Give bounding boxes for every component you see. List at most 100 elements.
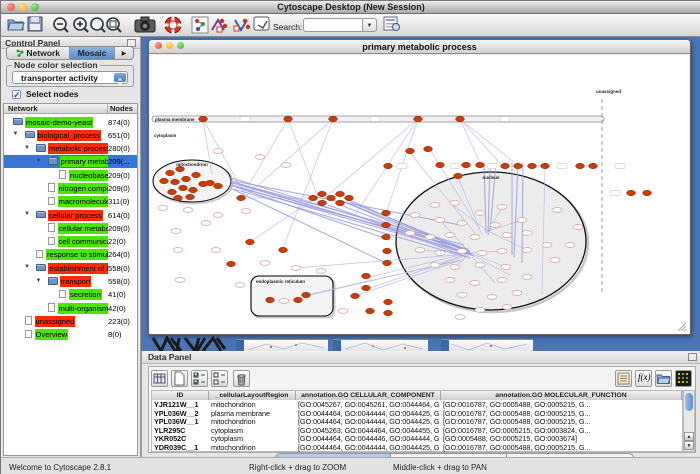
window-title: Cytoscape Desktop (New Session) <box>1 2 700 12</box>
main-toolbar: Search: ▼ <box>1 14 700 37</box>
expand-arrow-icon[interactable]: ▼ <box>24 211 30 217</box>
folder-icon <box>36 144 46 152</box>
tree-row-cellular-process[interactable]: ▼cellular process614(0) <box>4 208 137 221</box>
data-panel-header: Data Panel <box>142 351 700 364</box>
folder-icon <box>25 131 35 139</box>
select-nodes-checkbox[interactable]: ✓ <box>12 90 21 99</box>
tab-network[interactable]: Network <box>7 47 69 59</box>
window-titlebar[interactable]: Cytoscape Desktop (New Session) <box>1 1 700 14</box>
node-color-dropdown[interactable]: transporter activity <box>12 71 128 84</box>
tree-row-biological-process[interactable]: ▼biological_process651(0) <box>4 128 137 141</box>
data-panel-title: Data Panel <box>148 352 191 362</box>
tree-row-establishment-of-lo[interactable]: ▼establishment of lo558(0) <box>4 261 137 274</box>
search-options-icon[interactable] <box>383 16 403 35</box>
tree-header-nodes: Nodes <box>110 104 133 113</box>
save-icon[interactable] <box>26 16 46 35</box>
tree-row-mosaic-demo-yeast[interactable]: mosaic-demo-yeast874(0) <box>4 115 137 128</box>
scrollbar-thumb[interactable] <box>685 393 693 411</box>
expand-arrow-icon[interactable]: ▼ <box>36 278 42 284</box>
column-header[interactable]: ID <box>152 391 209 400</box>
tree-row-cell-communicat[interactable]: cell communicat22(0) <box>4 235 137 248</box>
table-row[interactable]: YJR121W__1 mitochondrion [GO:0045267, GO… <box>152 401 682 410</box>
tree-row-nitrogen-compo[interactable]: nitrogen compo209(0) <box>4 181 137 194</box>
matrix-button[interactable] <box>675 370 692 387</box>
folder-icon <box>48 157 58 165</box>
status-welcome: Welcome to Cytoscape 2.8.1 <box>9 463 111 472</box>
open-file-icon[interactable] <box>6 16 26 35</box>
attribute-browser: f(x) ID_cellularLayoutRegionannotation.G… <box>148 366 696 453</box>
table-row[interactable]: YPL036W__2 plasma membrane [GO:0044464, … <box>152 410 682 419</box>
svg-text:nucleus: nucleus <box>482 175 500 180</box>
table-row[interactable]: YKR052C cytoplasm [GO:0044464, GO:004444… <box>152 435 682 444</box>
tree-row-nucleobase-[interactable]: nucleobase-209(0) <box>4 168 137 181</box>
file-icon <box>48 223 55 232</box>
status-pan-hint: Middle-click + drag to PAN <box>393 463 487 472</box>
float-icon[interactable] <box>688 353 697 361</box>
function-builder-button[interactable]: f(x) <box>635 370 652 387</box>
network-window-titlebar[interactable]: primary metabolic process <box>149 40 690 54</box>
file-icon <box>48 303 55 312</box>
expand-arrow-icon[interactable]: ▼ <box>36 158 42 164</box>
dropdown-stepper-icon <box>114 73 126 82</box>
table-row[interactable]: YPL036W__1 mitochondrion [GO:0044464, GO… <box>152 418 682 427</box>
status-zoom-hint: Right-click + drag to ZOOM <box>249 463 346 472</box>
zoom-out-icon[interactable] <box>51 16 71 35</box>
dropdown-value: transporter activity <box>21 73 98 83</box>
attribute-grid-button[interactable] <box>151 370 168 387</box>
tree-row-unassigned[interactable]: unassigned223(0) <box>4 314 137 327</box>
tab-mosaic[interactable]: Mosaic <box>69 47 115 59</box>
select-attributes-button[interactable] <box>191 370 208 387</box>
layout-a-icon[interactable] <box>208 16 228 35</box>
column-header[interactable]: annotation.GO MOLECULAR_FUNCTION <box>441 391 682 400</box>
zoom-selected-icon[interactable] <box>104 16 124 35</box>
control-panel: Control Panel Network Mosaic ▶ Node colo… <box>1 37 141 457</box>
import-attributes-button[interactable] <box>655 370 672 387</box>
table-scrollbar[interactable]: ▲ ▼ <box>683 390 695 452</box>
layout-b-icon[interactable] <box>231 16 251 35</box>
tree-row-primary-metabo[interactable]: ▼primary metabo209(... <box>4 155 137 168</box>
expand-arrow-icon[interactable]: ▼ <box>13 131 19 137</box>
svg-text:unassigned: unassigned <box>596 89 621 94</box>
tree-row-transport[interactable]: ▼transport558(0) <box>4 275 137 288</box>
table-row[interactable]: YDR039C__1 mitochondrion [GO:0044464, GO… <box>152 444 682 453</box>
tree-header[interactable]: Network Nodes <box>4 104 137 114</box>
attribute-list-button[interactable] <box>615 370 632 387</box>
unselect-attributes-button[interactable] <box>211 370 228 387</box>
attribute-table[interactable]: ID_cellularLayoutRegionannotation.GO CEL… <box>151 390 683 452</box>
tree-row-macromolecule[interactable]: macromolecule311(0) <box>4 195 137 208</box>
network-window: primary metabolic process plasma membran… <box>148 39 691 335</box>
expand-arrow-icon[interactable]: ▼ <box>24 264 30 270</box>
annotation-icon[interactable] <box>253 16 273 35</box>
cytoscape-window: Cytoscape Desktop (New Session) Search: … <box>0 0 700 474</box>
file-icon <box>36 250 43 259</box>
search-dropdown-icon[interactable]: ▼ <box>363 18 377 32</box>
search-input[interactable] <box>303 18 363 32</box>
snapshot-icon[interactable] <box>134 16 154 35</box>
file-icon <box>59 170 66 179</box>
expand-arrow-icon[interactable]: ▼ <box>24 145 30 151</box>
tree-row-overview[interactable]: Overview8(0) <box>4 328 137 341</box>
tree-row-secretion[interactable]: secretion41(0) <box>4 288 137 301</box>
file-icon <box>25 316 32 325</box>
column-header[interactable]: annotation.GO CELLULAR_COMPONENT <box>296 391 441 400</box>
scroll-down-icon[interactable]: ▼ <box>684 441 694 450</box>
tree-row-cellular-metabo[interactable]: cellular metabo209(0) <box>4 221 137 234</box>
tree-header-network: Network <box>8 104 38 113</box>
tab-overflow-button[interactable]: ▶ <box>115 47 133 59</box>
scroll-up-icon[interactable]: ▲ <box>684 432 694 441</box>
delete-attribute-button[interactable] <box>233 370 250 387</box>
folder-icon <box>36 211 46 219</box>
tree-row-response-to-stimulu[interactable]: response to stimulu264(0) <box>4 248 137 261</box>
folder-icon <box>13 118 23 126</box>
help-ring-icon[interactable] <box>164 16 184 35</box>
column-header[interactable]: _cellularLayoutRegion <box>209 391 296 400</box>
svg-text:plasma membrane: plasma membrane <box>155 117 195 122</box>
tree-row-metabolic-process[interactable]: ▼metabolic process280(0) <box>4 142 137 155</box>
network-tree: Network Nodes mosaic-demo-yeast874(0)▼bi… <box>3 103 138 456</box>
select-nodes-label: Select nodes <box>26 89 78 99</box>
divider <box>107 104 108 114</box>
network-canvas[interactable]: plasma membranecytoplasmmitochondrionnuc… <box>150 55 689 334</box>
tree-row-multi-organism-pro[interactable]: multi-organism pro42(0) <box>4 301 137 314</box>
table-row[interactable]: YLR295C cytoplasm [GO:0045263, GO:004446… <box>152 427 682 436</box>
new-attribute-button[interactable] <box>171 370 188 387</box>
